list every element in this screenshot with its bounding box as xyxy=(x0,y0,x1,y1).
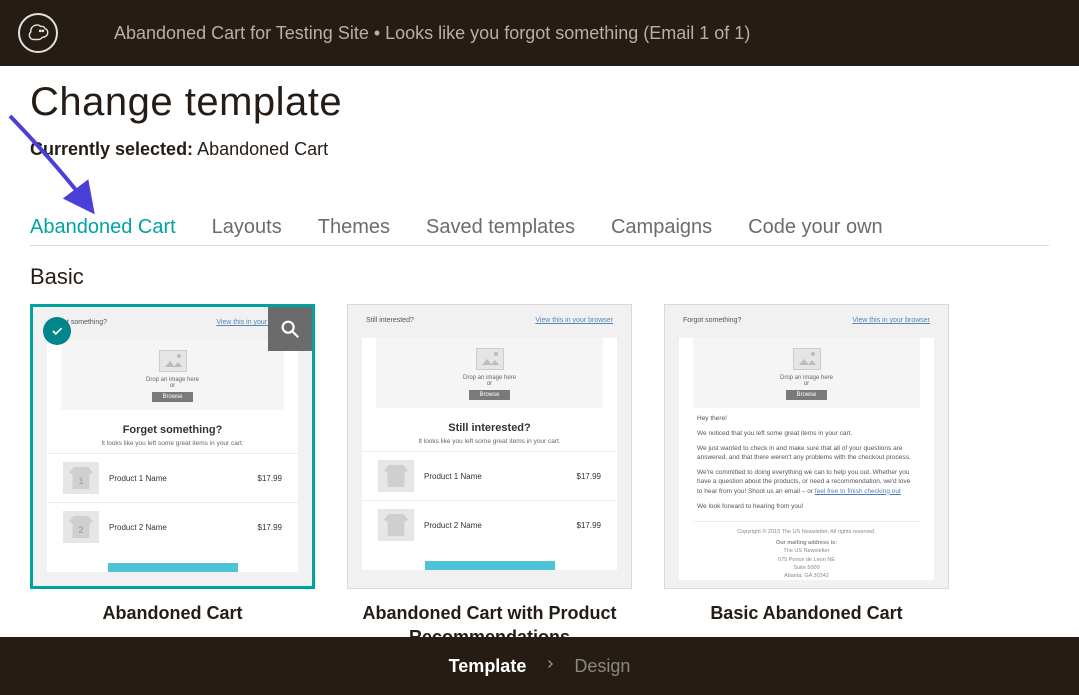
template-grid: ...rgot something?View this in your brow… xyxy=(30,304,1049,650)
tab-abandoned-cart[interactable]: Abandoned Cart xyxy=(30,216,176,239)
preview-price: $17.99 xyxy=(577,472,601,481)
preview-num: 2 xyxy=(63,525,99,535)
currently-selected-label: Currently selected: xyxy=(30,139,193,159)
preview-link: feel free to finish checking out xyxy=(815,488,901,495)
currently-selected: Currently selected: Abandoned Cart xyxy=(30,139,1049,160)
preview-addr: 675 Ponce de Leon NE xyxy=(693,556,920,564)
preview-para: Hey there! xyxy=(697,414,916,423)
template-basic-abandoned-cart[interactable]: Forgot something? View this in your brows… xyxy=(664,304,949,589)
preview-cta xyxy=(425,561,555,570)
chevron-right-icon xyxy=(544,657,556,675)
preview-view-browser: View this in your browser xyxy=(535,317,613,324)
preview-product: Product 1 Name xyxy=(424,472,577,481)
tab-saved-templates[interactable]: Saved templates xyxy=(426,216,575,239)
preview-copyright: Copyright © 2015 The US Newsletter, All … xyxy=(693,528,920,536)
preview-price: $17.99 xyxy=(258,474,282,483)
preview-view-browser: View this in your browser xyxy=(852,317,930,324)
preview-price: $17.99 xyxy=(577,521,601,530)
preview-or: or xyxy=(61,383,284,389)
preview-heading: Still interested? xyxy=(362,422,617,434)
preview-cta xyxy=(108,563,238,572)
tab-layouts[interactable]: Layouts xyxy=(212,216,282,239)
preview-or: or xyxy=(376,381,603,387)
preview-sub: It looks like you left some great items … xyxy=(362,438,617,445)
preview-browse: Browse xyxy=(152,392,192,402)
template-card: Still interested? View this in your brows… xyxy=(347,304,632,650)
preview-heading: Forget something? xyxy=(47,424,298,436)
preview-subject: Forgot something? xyxy=(683,317,741,324)
preview-num: 1 xyxy=(63,476,99,486)
section-heading: Basic xyxy=(30,264,1049,290)
tab-bar: Abandoned Cart Layouts Themes Saved temp… xyxy=(30,216,1049,246)
wizard-footer: Template Design xyxy=(0,637,1079,695)
template-preview: Forgot something? View this in your brows… xyxy=(665,305,948,588)
page-title: Change template xyxy=(30,80,1049,125)
step-design[interactable]: Design xyxy=(574,656,630,677)
template-preview: Still interested? View this in your brows… xyxy=(348,305,631,588)
preview-footer: Copyright © 2015 The US Newsletter, All … xyxy=(693,521,920,581)
tab-code-your-own[interactable]: Code your own xyxy=(748,216,883,239)
top-bar: Abandoned Cart for Testing Site • Looks … xyxy=(0,0,1079,66)
preview-or: or xyxy=(693,381,920,387)
preview-product: Product 2 Name xyxy=(109,523,258,532)
template-card: Forgot something? View this in your brows… xyxy=(664,304,949,650)
currently-selected-value: Abandoned Cart xyxy=(197,139,328,159)
template-card: ...rgot something?View this in your brow… xyxy=(30,304,315,650)
template-name: Abandoned Cart xyxy=(30,601,315,625)
template-abandoned-cart-recs[interactable]: Still interested? View this in your brows… xyxy=(347,304,632,589)
tab-themes[interactable]: Themes xyxy=(318,216,390,239)
preview-addr: Atlanta, GA 30342 xyxy=(693,572,920,580)
preview-addr: The US Newsletter xyxy=(693,547,920,555)
preview-addr-label: Our mailing address is: xyxy=(693,539,920,547)
template-name: Basic Abandoned Cart xyxy=(664,601,949,625)
preview-para: We just wanted to check in and make sure… xyxy=(697,444,916,462)
preview-para: We're committed to doing everything we c… xyxy=(697,468,916,495)
preview-product: Product 1 Name xyxy=(109,474,258,483)
preview-addr: Suite 5000 xyxy=(693,564,920,572)
preview-magnify-button[interactable] xyxy=(268,307,312,351)
preview-para: We look forward to hearing from you! xyxy=(697,502,916,511)
preview-price: $17.99 xyxy=(258,523,282,532)
template-abandoned-cart[interactable]: ...rgot something?View this in your brow… xyxy=(30,304,315,589)
preview-product: Product 2 Name xyxy=(424,521,577,530)
preview-para: We noticed that you left some great item… xyxy=(697,429,916,438)
preview-sub: It looks like you left some great items … xyxy=(47,440,298,447)
header-title: Abandoned Cart for Testing Site • Looks … xyxy=(114,23,750,44)
step-template[interactable]: Template xyxy=(449,656,527,677)
main-content: Change template Currently selected: Aban… xyxy=(0,66,1079,650)
tab-campaigns[interactable]: Campaigns xyxy=(611,216,712,239)
selected-check-icon xyxy=(43,317,71,345)
preview-browse: Browse xyxy=(786,390,826,400)
mailchimp-logo-icon xyxy=(18,13,58,53)
preview-browse: Browse xyxy=(469,390,509,400)
preview-subject: Still interested? xyxy=(366,317,414,324)
